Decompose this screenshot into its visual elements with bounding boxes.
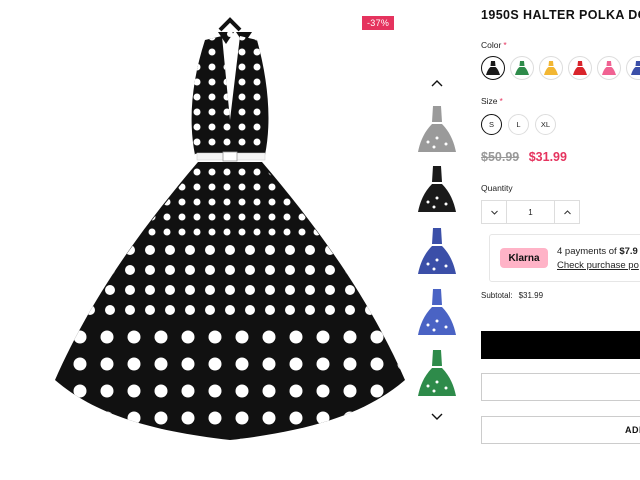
color-swatches bbox=[481, 56, 640, 80]
dress-icon bbox=[515, 61, 529, 75]
thumbnail-black-dress[interactable] bbox=[416, 162, 458, 216]
dress-icon bbox=[544, 61, 558, 75]
klarna-amount: $7.9 bbox=[619, 246, 638, 257]
buy-now-button[interactable]: A bbox=[481, 331, 640, 359]
klarna-banner: Klarna 4 payments of $7.9 Check purchase… bbox=[489, 234, 640, 282]
size-label: Size * bbox=[481, 96, 503, 106]
thumbnail-green-dress[interactable] bbox=[416, 346, 458, 400]
size-options: S L XL bbox=[481, 114, 556, 135]
swatch-black-white-dot[interactable] bbox=[481, 56, 505, 80]
swatch-red-dot[interactable] bbox=[568, 56, 592, 80]
klarna-check-link[interactable]: Check purchase po bbox=[557, 260, 639, 271]
product-page: -37% 1950S HALTER POLKA DOT F Color* bbox=[0, 0, 640, 480]
dress-icon bbox=[418, 106, 456, 152]
size-option-xl[interactable]: XL bbox=[535, 114, 556, 135]
discount-badge: -37% bbox=[362, 16, 395, 30]
sale-price: $31.99 bbox=[528, 150, 567, 164]
chevron-down-icon bbox=[431, 413, 443, 420]
subtotal-value: $31.99 bbox=[518, 291, 544, 300]
size-label-text: Size bbox=[481, 96, 498, 106]
quantity-input[interactable]: 1 bbox=[506, 201, 555, 223]
dress-icon bbox=[573, 61, 587, 75]
thumbnail-blue-dress[interactable] bbox=[416, 224, 458, 278]
quantity-increase-button[interactable] bbox=[555, 201, 579, 223]
add-to-cart-button[interactable]: ADD bbox=[481, 416, 640, 444]
subtotal-label: Subtotal: bbox=[481, 291, 513, 300]
quantity-stepper: 1 bbox=[481, 200, 580, 224]
dress-icon bbox=[418, 228, 456, 274]
klarna-installment-text: 4 payments of $7.9 bbox=[557, 246, 638, 257]
secondary-button[interactable]: I bbox=[481, 373, 640, 401]
required-mark: * bbox=[503, 40, 507, 50]
chevron-up-icon bbox=[563, 209, 571, 214]
required-mark: * bbox=[499, 96, 503, 106]
dress-icon bbox=[602, 61, 616, 75]
swatch-blue-dot[interactable] bbox=[626, 56, 640, 80]
chevron-up-icon bbox=[431, 80, 443, 87]
size-option-l[interactable]: L bbox=[508, 114, 529, 135]
quantity-label: Quantity bbox=[481, 183, 513, 193]
original-price: $50.99 bbox=[481, 150, 520, 164]
color-label-text: Color bbox=[481, 40, 502, 50]
chevron-down-icon bbox=[490, 210, 498, 215]
swatch-pink-dot[interactable] bbox=[597, 56, 621, 80]
product-title: 1950S HALTER POLKA DOT F bbox=[481, 8, 640, 22]
thumbnail-grey-dress[interactable] bbox=[416, 102, 458, 156]
thumbnail-strip bbox=[412, 72, 462, 432]
dress-icon bbox=[418, 166, 456, 212]
dress-icon bbox=[418, 289, 456, 335]
size-option-s[interactable]: S bbox=[481, 114, 502, 135]
thumbnail-prev-button[interactable] bbox=[412, 74, 462, 94]
main-product-image[interactable] bbox=[40, 0, 415, 460]
dress-icon bbox=[418, 350, 456, 396]
color-label: Color * bbox=[481, 40, 507, 50]
thumbnail-blue-dress-alt[interactable] bbox=[416, 285, 458, 339]
subtotal: Subtotal: $31.99 bbox=[481, 291, 543, 300]
product-info-panel: 1950S HALTER POLKA DOT F Color* Size* S … bbox=[481, 0, 640, 480]
price-block: $50.99 $31.99 bbox=[481, 150, 567, 164]
quantity-decrease-button[interactable] bbox=[482, 201, 506, 223]
klarna-logo: Klarna bbox=[500, 248, 548, 268]
dress-icon bbox=[631, 61, 640, 75]
swatch-green-dot[interactable] bbox=[510, 56, 534, 80]
swatch-yellow-dot[interactable] bbox=[539, 56, 563, 80]
thumbnail-next-button[interactable] bbox=[412, 406, 462, 426]
dress-icon bbox=[486, 61, 500, 75]
klarna-text-prefix: 4 payments of bbox=[557, 246, 620, 257]
